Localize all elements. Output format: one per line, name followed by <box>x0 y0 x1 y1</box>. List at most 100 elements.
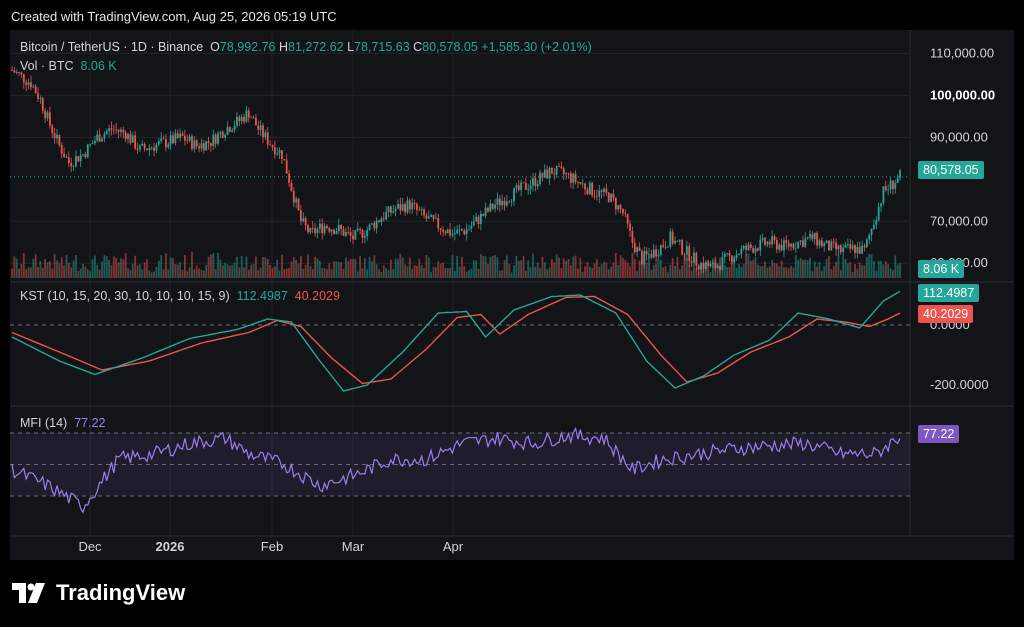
time-tick-label: Mar <box>342 539 365 554</box>
volume-bar <box>285 268 288 278</box>
volume-bar <box>56 260 58 278</box>
candle-body <box>172 135 174 144</box>
candle-body <box>508 201 511 203</box>
volume-bar <box>757 264 759 278</box>
candle-body <box>257 125 260 130</box>
candle-body <box>792 243 795 249</box>
volume-bar <box>309 266 312 278</box>
volume-bar <box>714 258 717 278</box>
candle-body <box>501 200 504 206</box>
volume-bar <box>408 257 411 278</box>
volume-bar <box>392 269 395 278</box>
volume-bar <box>870 254 873 278</box>
volume-bar <box>380 271 383 278</box>
candle-body <box>891 180 894 189</box>
volume-bar <box>638 260 641 278</box>
candle-body <box>832 241 835 243</box>
volume-bar <box>226 264 229 278</box>
volume-bar <box>333 261 335 278</box>
candle-body <box>389 206 392 213</box>
candle-body <box>167 144 170 148</box>
volume-bar <box>228 265 231 278</box>
volume-bar <box>259 267 262 278</box>
volume-bar <box>584 266 586 278</box>
candle-body <box>659 245 662 255</box>
candle-body <box>607 192 610 202</box>
price-tick-label: 100,000.00 <box>930 87 995 102</box>
mfi-legend: MFI (14) 77.22 <box>20 416 105 430</box>
volume-bar <box>176 264 179 278</box>
candle-body <box>255 117 257 126</box>
volume-bar <box>863 265 866 278</box>
volume-bar <box>605 262 608 278</box>
volume-bar <box>617 265 620 278</box>
candle-body <box>752 247 755 253</box>
candle-body <box>394 208 397 212</box>
candle-body <box>434 218 437 219</box>
close-value: 80,578.05 <box>422 40 478 54</box>
volume-bar <box>105 256 108 278</box>
volume-bar <box>771 260 774 278</box>
volume-bar <box>475 260 478 278</box>
volume-bar <box>472 260 475 278</box>
chart-panel[interactable]: 110,000.00100,000.0090,000.0070,000.0060… <box>10 30 1014 560</box>
volume-bar <box>141 269 144 278</box>
time-tick-label: 2026 <box>156 539 185 554</box>
volume-bar <box>728 266 731 278</box>
candle-body <box>311 227 314 229</box>
candle-body <box>63 153 65 158</box>
candle-body <box>529 185 532 190</box>
candle-body <box>200 143 203 149</box>
volume-bar <box>136 265 139 278</box>
candle-body <box>342 229 345 236</box>
volume-bar <box>733 255 736 278</box>
candle-body <box>354 230 357 240</box>
volume-bar <box>101 261 103 278</box>
volume-bar <box>761 265 764 278</box>
candle-body <box>882 186 885 204</box>
candle-body <box>842 247 845 253</box>
candle-body <box>378 220 380 222</box>
candle-body <box>844 244 847 248</box>
candle-body <box>553 173 556 175</box>
change-value: +1,585.30 (+2.01%) <box>481 40 592 54</box>
volume-bar <box>854 263 856 278</box>
volume-bar <box>134 255 137 278</box>
volume-bar <box>316 258 319 278</box>
candle-body <box>802 240 804 247</box>
volume-bar <box>588 266 591 278</box>
candle-body <box>465 229 468 235</box>
candle-body <box>825 240 828 244</box>
candle-body <box>117 129 120 132</box>
volume-bar <box>745 254 747 278</box>
volume-bar <box>335 261 338 278</box>
candle-body <box>96 134 99 141</box>
candle-body <box>735 254 738 259</box>
volume-bar <box>484 256 487 278</box>
candle-body <box>875 220 878 225</box>
volume-bar <box>586 262 589 278</box>
volume-bar <box>212 253 215 278</box>
brand-name: TradingView <box>56 580 186 605</box>
candle-body <box>271 144 274 148</box>
candle-body <box>309 227 312 233</box>
volume-bar <box>127 268 129 278</box>
candle-body <box>30 82 32 88</box>
candle-body <box>46 112 49 119</box>
volume-bar <box>738 264 740 278</box>
volume-bar <box>423 268 425 278</box>
candle-body <box>558 166 560 167</box>
candle-body <box>51 125 54 134</box>
volume-bar <box>41 267 44 278</box>
candle-body <box>655 249 657 257</box>
volume-bar <box>288 268 290 278</box>
volume-bar <box>764 261 766 278</box>
candle-body <box>380 218 383 222</box>
volume-bar <box>444 267 447 278</box>
candle-body <box>371 223 373 225</box>
candle-body <box>766 241 769 245</box>
candle-body <box>217 133 219 144</box>
kst-legend: KST (10, 15, 20, 30, 10, 10, 10, 15, 9) … <box>20 289 340 303</box>
candle-body <box>685 246 688 255</box>
volume-bar <box>281 254 283 278</box>
